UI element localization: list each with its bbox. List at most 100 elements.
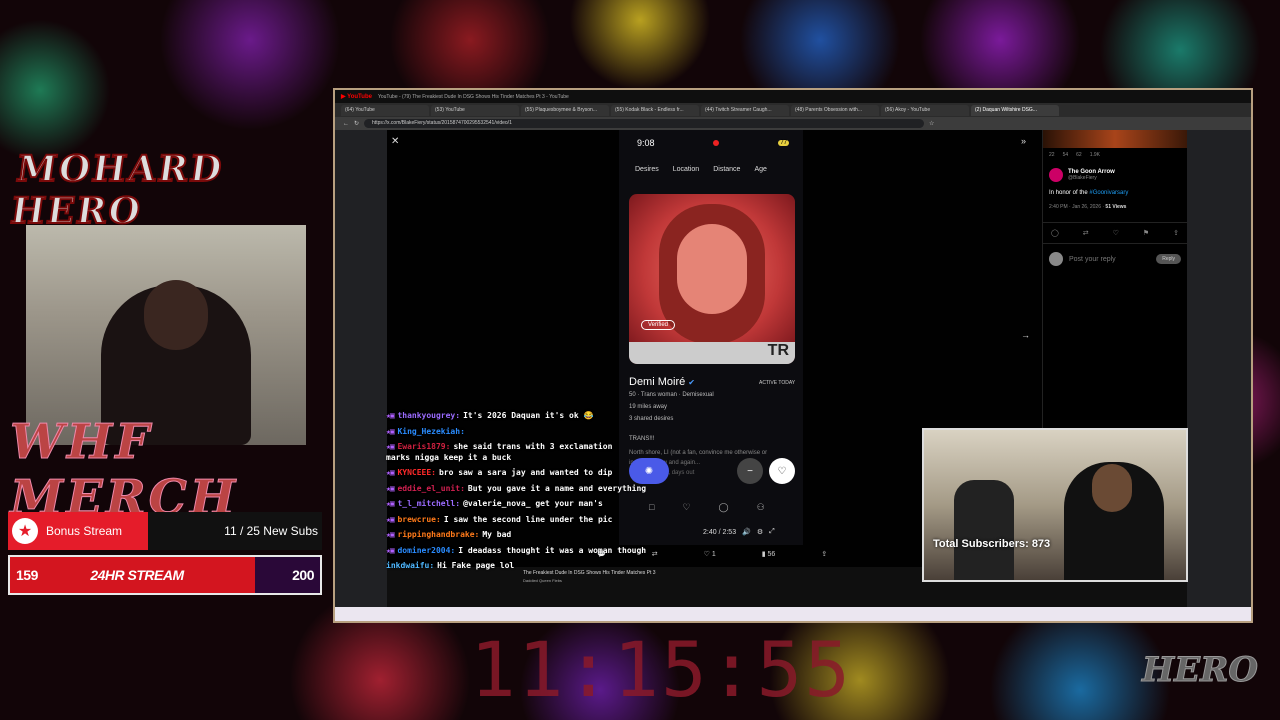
back-icon[interactable]: ←: [343, 121, 349, 127]
youtube-channel-name[interactable]: Daddied Queen Fiebs: [523, 578, 562, 583]
filter-desires: Desires: [635, 166, 659, 173]
like-action[interactable]: ♡ 1: [704, 550, 716, 558]
chat-badge-icon: ★▣: [386, 499, 398, 508]
fullscreen-icon[interactable]: ⤢: [769, 528, 775, 536]
volume-icon[interactable]: 🔊: [742, 528, 751, 536]
guest-head: [1092, 464, 1132, 512]
chat-overlay: ★▣ thankyougrey: It's 2026 Daquan it's ok…: [386, 408, 646, 574]
chat-message: ★▣ King_Hezekiah:: [386, 424, 636, 440]
battery-level: 77: [778, 140, 789, 146]
reply-icon[interactable]: ◯: [1051, 229, 1059, 237]
profile-photo: Verified TR: [629, 194, 795, 364]
chat-badge-icon: ★▣: [386, 530, 398, 539]
chat-icon: ◯: [718, 502, 729, 512]
browser-tab[interactable]: (48) Parents Obsession with...: [791, 104, 879, 116]
bonus-sub-count: 11 / 25 New Subs: [148, 512, 322, 550]
close-icon[interactable]: ✕: [391, 136, 399, 147]
tweet-date-text: 2:40 PM · Jan 26, 2026 ·: [1049, 204, 1106, 210]
chat-username: KYNCEEE:: [397, 468, 436, 477]
tweet-views: 51 Views: [1105, 204, 1127, 210]
chat-badge-icon: ★▣: [386, 442, 398, 451]
avatar[interactable]: [1049, 168, 1063, 182]
share-icon[interactable]: ⇪: [821, 550, 827, 558]
video-controls: 2:40 / 2:53 🔊 ⚙ ⤢: [703, 528, 775, 536]
browser-tab[interactable]: (64) YouTube: [341, 104, 429, 116]
tweet-author[interactable]: The Goon Arrow @BlakeFiery: [1043, 162, 1187, 188]
like-icon[interactable]: ♡: [1113, 229, 1119, 237]
dating-filters: Desires Location Distance Age: [619, 148, 803, 173]
verified-check-icon: ✔: [688, 378, 695, 387]
filter-location: Location: [672, 166, 700, 173]
guest-webcam: [922, 428, 1188, 582]
share-icon[interactable]: ⇪: [1173, 229, 1179, 237]
chat-text: @valerie_nova_ get your man's: [463, 499, 603, 508]
collapse-panel-icon[interactable]: »: [1021, 136, 1026, 146]
chat-username: eddie_el_unit:: [397, 483, 465, 493]
chat-text: But you gave it a name and everything: [467, 483, 647, 493]
playback-time: 2:40 / 2:53: [703, 528, 737, 536]
phone-status-bar: 9:08 77: [619, 130, 803, 148]
filter-distance: Distance: [713, 166, 741, 173]
reply-input[interactable]: Post your reply: [1069, 256, 1150, 263]
chat-badge-icon: ★▣: [386, 545, 398, 555]
bonus-stream-badge: ★ Bonus Stream: [8, 512, 148, 550]
browser-tab[interactable]: (53) YouTube: [431, 104, 519, 116]
next-arrow-icon[interactable]: →: [1021, 330, 1030, 340]
chat-badge-icon: ★▣: [386, 483, 398, 493]
profile-name-text: Demi Moiré: [629, 376, 686, 388]
video-player[interactable]: 9:08 77 Desires Location Distance Age Verif…: [619, 130, 803, 545]
chat-text: I saw the second line under the pic: [443, 514, 613, 524]
reply-button[interactable]: Reply: [1156, 254, 1181, 264]
filter-age: Age: [754, 166, 767, 173]
tweet-text: In honor of the #Goonivarsary: [1043, 188, 1187, 198]
browser-tab[interactable]: (56) Akoy - YouTube: [881, 104, 969, 116]
tweet-icons: ◯ ⇄ ♡ ⚑ ⇪: [1043, 222, 1187, 244]
chat-username: Ewaris1879:: [397, 442, 451, 451]
dislike-button[interactable]: −: [737, 458, 763, 484]
star-bookmark-icon[interactable]: ☆: [929, 120, 934, 127]
hashtag-link[interactable]: #Goonivarsary: [1089, 190, 1128, 196]
bookmark-icon[interactable]: ⚑: [1143, 229, 1149, 237]
chat-username: inkdwaifu:: [386, 561, 435, 570]
photo-strip: TR: [629, 342, 795, 364]
views-action[interactable]: ▮ 56: [762, 550, 776, 558]
heart-icon: ♡: [682, 502, 691, 512]
chat-message: ★▣ eddie_el_unit: But you gave it a name …: [386, 481, 646, 497]
youtube-logo-icon: ▶ YouTube: [341, 94, 372, 100]
tab-bar: (64) YouTube (53) YouTube (55) Plaquesboym…: [335, 103, 1251, 117]
streamer-webcam: [26, 225, 306, 445]
chat-message: ★▣ KYNCEEE: bro saw a sara jay and wanted…: [386, 465, 636, 481]
browser-tab[interactable]: (55) Plaquesboymee & Bryson...: [521, 104, 609, 116]
chat-message: ★▣ Ewaris1879: she said trans with 3 excl…: [386, 441, 636, 463]
photo-face: [677, 224, 747, 314]
browser-tab[interactable]: (2) Daquan Wiltshire DSG...: [971, 104, 1059, 116]
chat-username: King_Hezekiah:: [397, 426, 465, 436]
bonus-stream-label: Bonus Stream: [46, 524, 123, 538]
profile-name: Demi Moiré ✔: [629, 376, 695, 388]
phone-bottom-nav: □ ♡ ◯ ⚇: [649, 502, 765, 513]
tweet-stat: 62: [1076, 152, 1082, 158]
tweet-stat: 22: [1049, 152, 1055, 158]
settings-gear-icon[interactable]: ⚙: [757, 528, 763, 536]
window-title: YouTube - (79) The Freakiest Dude In DSG…: [377, 93, 569, 100]
reload-icon[interactable]: ↻: [354, 120, 359, 127]
os-taskbar: [335, 607, 1251, 621]
chat-badge-icon: ★▣: [386, 514, 398, 524]
chat-username: t_l_mitchell:: [397, 499, 461, 508]
url-field[interactable]: https://x.com/BlakeFiery/status/20158747…: [364, 119, 925, 128]
chat-badge-icon: ★▣: [386, 411, 398, 420]
stream-clock: 11:15:55: [470, 625, 853, 714]
browser-tab[interactable]: (55) Kodak Black - Endless fr...: [611, 104, 699, 116]
like-heart-button[interactable]: ♡: [769, 458, 795, 484]
tweet-stat: 1.9K: [1089, 152, 1100, 158]
chat-text: I deadass thought it was a woman though: [458, 545, 647, 555]
reply-composer: Post your reply Reply: [1043, 244, 1187, 274]
chat-message: ★▣ brewcrue: I saw the second line under …: [386, 512, 636, 528]
chat-username: dominer2004:: [397, 545, 456, 555]
star-icon: ★: [12, 518, 38, 544]
like-count: 1: [711, 551, 716, 558]
profile-icon: ⚇: [756, 502, 765, 512]
retweet-icon[interactable]: ⇄: [652, 550, 658, 558]
browser-tab[interactable]: (44) Twitch Streamer Caugh...: [701, 104, 789, 116]
retweet-icon[interactable]: ⇄: [1083, 229, 1089, 237]
